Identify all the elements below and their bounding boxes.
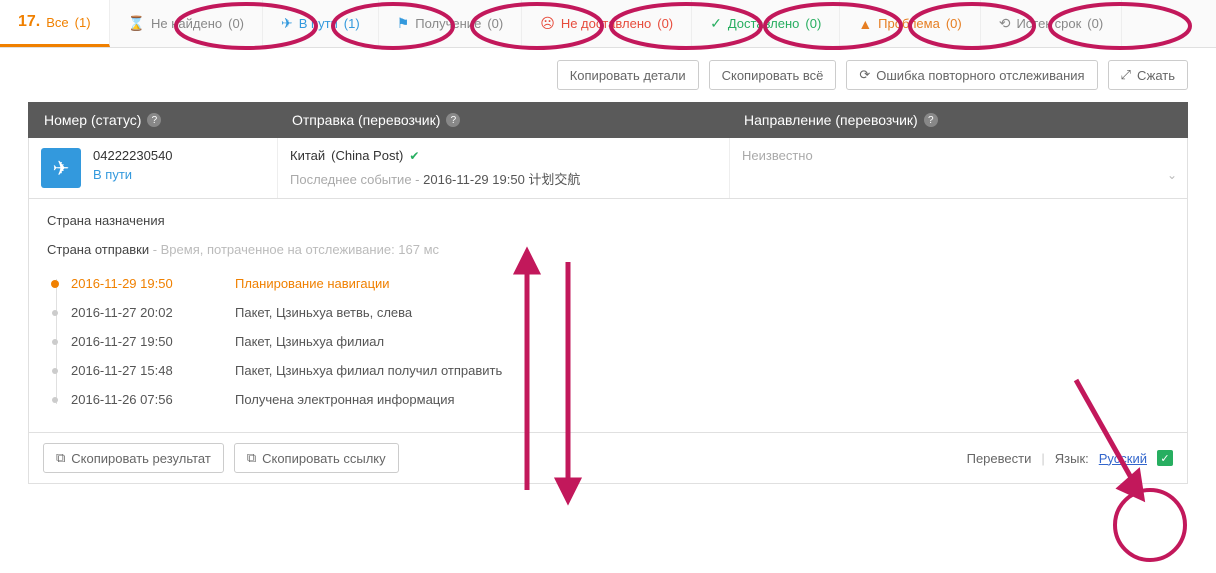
tab-received[interactable]: ⚑ Получение (0) — [379, 0, 523, 47]
event-desc: Пакет, Цзиньхуа филиал — [235, 334, 384, 349]
event-time: 2016-11-27 15:48 — [71, 363, 211, 378]
copy-icon: ⧉ — [56, 450, 65, 466]
tab-label: Не найдено — [151, 16, 222, 31]
translate-checkbox[interactable]: ✓ — [1157, 450, 1173, 466]
flag-icon: ⚑ — [397, 15, 410, 32]
tab-delivered[interactable]: ✓ Доставлено (0) — [692, 0, 840, 47]
origin-country-section: Страна отправки - Время, потраченное на … — [47, 242, 1169, 257]
retrack-error-button[interactable]: ⟳ Ошибка повторного отслеживания — [846, 60, 1097, 90]
event-row: 2016-11-27 20:02 Пакет, Цзиньхуа ветвь, … — [71, 298, 1169, 327]
check-icon: ✓ — [710, 15, 722, 32]
translate-link[interactable]: Перевести — [967, 451, 1032, 466]
link-icon: ⧉ — [247, 450, 256, 466]
event-row: 2016-11-26 07:56 Получена электронная ин… — [71, 385, 1169, 414]
origin-country-label: Страна отправки — [47, 242, 149, 257]
status-plane-icon: ✈ — [41, 148, 81, 188]
language-label: Язык: — [1055, 451, 1089, 466]
tracking-details: Страна назначения Страна отправки - Врем… — [28, 199, 1188, 433]
tracking-status: В пути — [93, 167, 173, 182]
language-select[interactable]: Русский — [1099, 451, 1147, 466]
row-shipment-cell: Китай (China Post) ✔ Последнее событие -… — [277, 138, 729, 198]
tab-all[interactable]: 17. Все (1) — [0, 0, 110, 47]
event-row: 2016-11-29 19:50 Планирование навигации — [71, 269, 1169, 298]
copy-details-button[interactable]: Копировать детали — [557, 60, 699, 90]
collapse-button[interactable]: ⤢ Сжать — [1108, 60, 1188, 90]
tab-count: (0) — [805, 16, 821, 31]
tab-problem[interactable]: ▲ Проблема (0) — [840, 0, 980, 47]
btn-label: Ошибка повторного отслеживания — [876, 68, 1084, 83]
help-icon[interactable]: ? — [924, 113, 938, 127]
col-header-shipment: Отправка (перевозчик) ? — [292, 112, 744, 128]
event-row: 2016-11-27 19:50 Пакет, Цзиньхуа филиал — [71, 327, 1169, 356]
help-icon[interactable]: ? — [446, 113, 460, 127]
verified-icon: ✔ — [409, 149, 419, 163]
logo-17-icon: 17. — [18, 13, 40, 31]
tab-count: (0) — [657, 16, 673, 31]
col-header-number: Номер (статус) ? — [44, 112, 292, 128]
event-row: 2016-11-27 15:48 Пакет, Цзиньхуа филиал … — [71, 356, 1169, 385]
tab-count: (0) — [946, 16, 962, 31]
copy-link-button[interactable]: ⧉ Скопировать ссылку — [234, 443, 399, 473]
btn-label: Сжать — [1137, 68, 1175, 83]
col-header-direction: Направление (перевозчик) ? — [744, 112, 1172, 128]
tab-label: Истек срок — [1016, 16, 1081, 31]
tab-label: Проблема — [878, 16, 940, 31]
tab-count: (0) — [228, 16, 244, 31]
event-list: 2016-11-29 19:50 Планирование навигации … — [47, 269, 1169, 414]
event-desc: Пакет, Цзиньхуа филиал получил отправить — [235, 363, 502, 378]
tab-expired[interactable]: ⟲ Истек срок (0) — [981, 0, 1122, 47]
tab-label: Доставлено — [728, 16, 800, 31]
copy-all-button[interactable]: Скопировать всё — [709, 60, 837, 90]
event-desc: Пакет, Цзиньхуа ветвь, слева — [235, 305, 412, 320]
tab-not-found[interactable]: ⌛ Не найдено (0) — [110, 0, 263, 47]
event-time: 2016-11-27 20:02 — [71, 305, 211, 320]
event-time: 2016-11-29 19:50 — [71, 276, 211, 291]
divider: | — [1041, 451, 1044, 466]
tracking-row[interactable]: ✈ 04222230540 В пути Китай (China Post) … — [28, 138, 1188, 199]
tab-label: Получение — [415, 16, 481, 31]
event-time: 2016-11-27 19:50 — [71, 334, 211, 349]
tab-not-delivered[interactable]: ☹ Не доставлено (0) — [522, 0, 692, 47]
last-event-label: Последнее событие - — [290, 172, 420, 187]
tracking-number: 04222230540 — [93, 148, 173, 163]
help-icon[interactable]: ? — [147, 113, 161, 127]
collapse-icon: ⤢ — [1121, 67, 1131, 83]
tab-count: (1) — [344, 16, 360, 31]
hourglass-icon: ⌛ — [128, 15, 145, 32]
refresh-icon: ⟳ — [859, 67, 870, 83]
action-toolbar: Копировать детали Скопировать всё ⟳ Ошиб… — [0, 48, 1216, 102]
plane-icon: ✈ — [281, 15, 293, 32]
event-desc: Планирование навигации — [235, 276, 390, 291]
event-desc: Получена электронная информация — [235, 392, 455, 407]
expand-toggle[interactable]: ⌄ — [1167, 168, 1177, 182]
tab-label: Все — [46, 15, 68, 30]
origin-carrier: (China Post) — [331, 148, 403, 163]
copy-result-button[interactable]: ⧉ Скопировать результат — [43, 443, 224, 473]
table-header: Номер (статус) ? Отправка (перевозчик) ?… — [28, 102, 1188, 138]
details-footer: ⧉ Скопировать результат ⧉ Скопировать сс… — [28, 433, 1188, 484]
warning-icon: ▲ — [858, 16, 872, 32]
row-direction-cell: Неизвестно ⌄ — [729, 138, 1187, 198]
origin-country: Китай — [290, 148, 325, 163]
status-tabs: 17. Все (1) ⌛ Не найдено (0) ✈ В пути (1… — [0, 0, 1216, 48]
dest-country-label: Страна назначения — [47, 213, 1169, 228]
last-event-text: 2016-11-29 19:50 计划交航 — [423, 172, 580, 187]
clock-icon: ⟲ — [999, 15, 1011, 32]
tracking-time-note: - Время, потраченное на отслеживание: 16… — [149, 242, 439, 257]
tab-count: (0) — [487, 16, 503, 31]
sad-icon: ☹ — [540, 15, 555, 32]
tab-count: (1) — [75, 15, 91, 30]
tab-in-transit[interactable]: ✈ В пути (1) — [263, 0, 379, 47]
dest-carrier: Неизвестно — [742, 148, 813, 163]
event-time: 2016-11-26 07:56 — [71, 392, 211, 407]
tab-label: В пути — [299, 16, 338, 31]
tab-label: Не доставлено — [561, 16, 651, 31]
row-number-cell: ✈ 04222230540 В пути — [29, 138, 277, 198]
tab-count: (0) — [1087, 16, 1103, 31]
